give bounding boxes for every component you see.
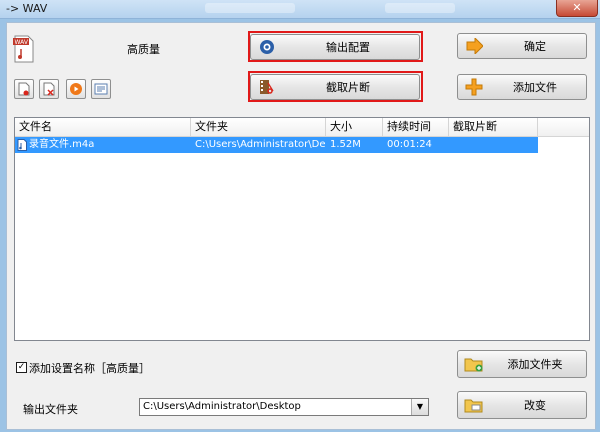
- chevron-down-icon[interactable]: ▼: [411, 399, 428, 415]
- ok-label: 确定: [524, 40, 546, 53]
- plus-icon: [464, 78, 484, 96]
- cell-size: 1.52M: [330, 139, 361, 150]
- arrow-right-icon: [464, 37, 484, 55]
- filename-text: 录音文件.m4a: [29, 139, 95, 150]
- title-bar: -> WAV ✕: [0, 0, 600, 19]
- svg-text:WAV: WAV: [15, 39, 29, 46]
- audio-file-icon: [17, 139, 27, 151]
- media-info-button[interactable]: [91, 79, 111, 99]
- output-folder-value: C:\Users\Administrator\Desktop: [143, 401, 301, 412]
- column-header-folder[interactable]: 文件夹: [191, 118, 326, 136]
- add-file-button[interactable]: 添加文件: [457, 74, 587, 100]
- dialog-client-area: WAV 高质量 输出配置 确定 截取片断 添加文件 文件名 文件夹 大小 持续时…: [6, 22, 596, 430]
- add-preset-name-checkbox[interactable]: ✓: [16, 362, 27, 373]
- wav-file-icon: WAV: [13, 35, 35, 63]
- change-folder-button[interactable]: 改变: [457, 391, 587, 419]
- play-button[interactable]: [66, 79, 86, 99]
- window-title: -> WAV: [6, 2, 48, 15]
- add-folder-button[interactable]: 添加文件夹: [457, 350, 587, 378]
- clear-list-button[interactable]: [39, 79, 59, 99]
- add-folder-label: 添加文件夹: [507, 358, 563, 371]
- output-folder-select[interactable]: C:\Users\Administrator\Desktop ▼: [139, 398, 429, 416]
- ok-button[interactable]: 确定: [457, 33, 587, 59]
- column-header-filename[interactable]: 文件名: [15, 118, 191, 136]
- play-icon: [70, 83, 82, 95]
- add-preset-name-label: 添加设置名称［高质量］: [29, 362, 150, 375]
- column-header-duration[interactable]: 持续时间: [383, 118, 449, 136]
- folder-add-icon: [464, 355, 484, 373]
- preset-label: 高质量: [127, 43, 160, 56]
- title-blur-area: [205, 3, 295, 13]
- column-header-clip[interactable]: 截取片断: [449, 118, 538, 136]
- cell-filename: 录音文件.m4a: [15, 137, 191, 153]
- table-row[interactable]: 录音文件.m4a C:\Users\Administrator\Des... 1…: [15, 137, 538, 153]
- highlight-box-output-config: [248, 31, 423, 62]
- cell-duration: 00:01:24: [387, 139, 432, 150]
- clear-list-icon: [43, 82, 55, 96]
- output-folder-label: 输出文件夹: [23, 403, 78, 416]
- cell-folder: C:\Users\Administrator\Des...: [195, 139, 326, 150]
- add-file-label: 添加文件: [513, 81, 557, 94]
- highlight-box-clip: [248, 71, 423, 102]
- title-blur-area-2: [385, 3, 455, 13]
- remove-file-icon: [18, 82, 30, 96]
- file-list-table[interactable]: 文件名 文件夹 大小 持续时间 截取片断 录音文件.m4a C:\Users\A…: [14, 117, 590, 341]
- remove-file-button[interactable]: [14, 79, 34, 99]
- media-info-icon: [94, 83, 108, 95]
- column-header-size[interactable]: 大小: [326, 118, 383, 136]
- table-header: 文件名 文件夹 大小 持续时间 截取片断: [15, 118, 589, 137]
- window-close-button[interactable]: ✕: [556, 0, 598, 17]
- cell-clip: [449, 137, 538, 153]
- folder-open-icon: [464, 396, 484, 414]
- change-folder-label: 改变: [524, 399, 546, 412]
